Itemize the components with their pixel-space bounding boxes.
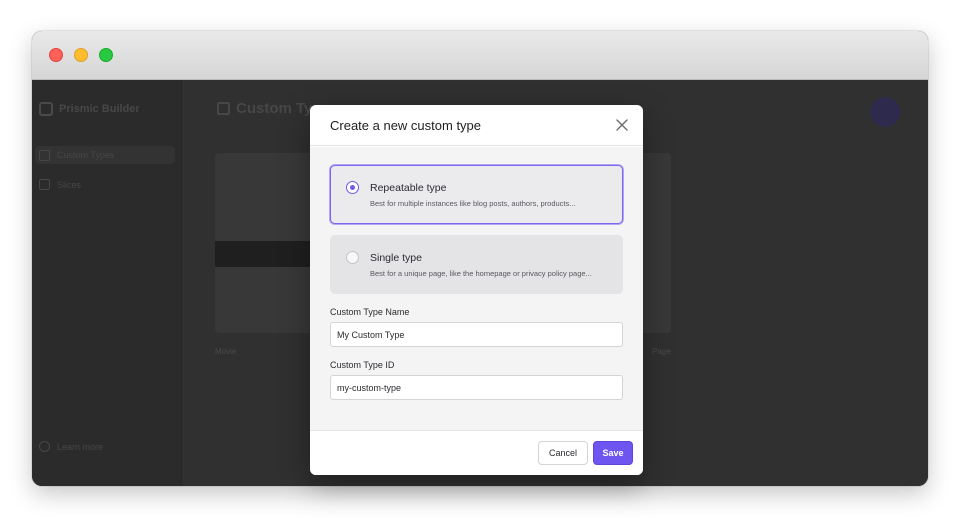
single-type-option[interactable]: Single type Best for a unique page, like… bbox=[330, 235, 623, 294]
radio-button[interactable] bbox=[346, 251, 359, 264]
sidebar-item-slices[interactable]: Slices bbox=[39, 179, 81, 190]
id-field-label: Custom Type ID bbox=[330, 360, 395, 370]
modal-title: Create a new custom type bbox=[330, 117, 482, 133]
option-description: Best for a unique page, like the homepag… bbox=[370, 269, 592, 278]
cancel-button[interactable]: Cancel bbox=[538, 441, 588, 465]
card-label: Page bbox=[652, 347, 671, 356]
sidebar-item-label: Custom Types bbox=[57, 150, 115, 160]
close-icon[interactable] bbox=[615, 118, 629, 132]
custom-types-icon bbox=[217, 102, 230, 115]
info-icon bbox=[39, 441, 50, 452]
card-label: Movie bbox=[215, 347, 237, 356]
modal-footer: Cancel Save bbox=[310, 430, 643, 475]
name-field-label: Custom Type Name bbox=[330, 307, 410, 317]
maximize-window-button[interactable] bbox=[99, 48, 113, 62]
sidebar-item-label: Learn more bbox=[57, 441, 104, 452]
modal-header: Create a new custom type bbox=[310, 105, 643, 146]
option-title: Repeatable type bbox=[370, 182, 447, 194]
save-button[interactable]: Save bbox=[593, 441, 633, 465]
sidebar-logo-text: Prismic Builder bbox=[59, 103, 140, 115]
custom-type-id-input[interactable] bbox=[330, 375, 623, 400]
custom-types-icon bbox=[39, 149, 50, 161]
sidebar-item-learn-more[interactable]: Learn more bbox=[39, 441, 103, 452]
radio-button-checked[interactable] bbox=[346, 181, 359, 194]
window-titlebar bbox=[32, 31, 928, 80]
modal-body: Repeatable type Best for multiple instan… bbox=[310, 147, 643, 430]
repeatable-type-option[interactable]: Repeatable type Best for multiple instan… bbox=[330, 165, 623, 224]
close-window-button[interactable] bbox=[49, 48, 63, 62]
sidebar: Prismic Builder Custom Types Slices Lear… bbox=[32, 80, 182, 486]
avatar[interactable] bbox=[870, 97, 900, 127]
slices-icon bbox=[39, 179, 50, 190]
custom-type-name-input[interactable] bbox=[330, 322, 623, 347]
option-description: Best for multiple instances like blog po… bbox=[370, 199, 576, 208]
card-preview bbox=[215, 241, 325, 267]
sidebar-item-label: Slices bbox=[57, 179, 82, 190]
sidebar-logo[interactable]: Prismic Builder bbox=[39, 102, 140, 116]
logo-icon bbox=[39, 102, 53, 116]
minimize-window-button[interactable] bbox=[74, 48, 88, 62]
create-custom-type-modal: Create a new custom type Repeatable type… bbox=[310, 105, 643, 475]
custom-type-card[interactable] bbox=[215, 153, 325, 333]
sidebar-item-custom-types[interactable]: Custom Types bbox=[35, 146, 175, 164]
option-title: Single type bbox=[370, 252, 422, 264]
